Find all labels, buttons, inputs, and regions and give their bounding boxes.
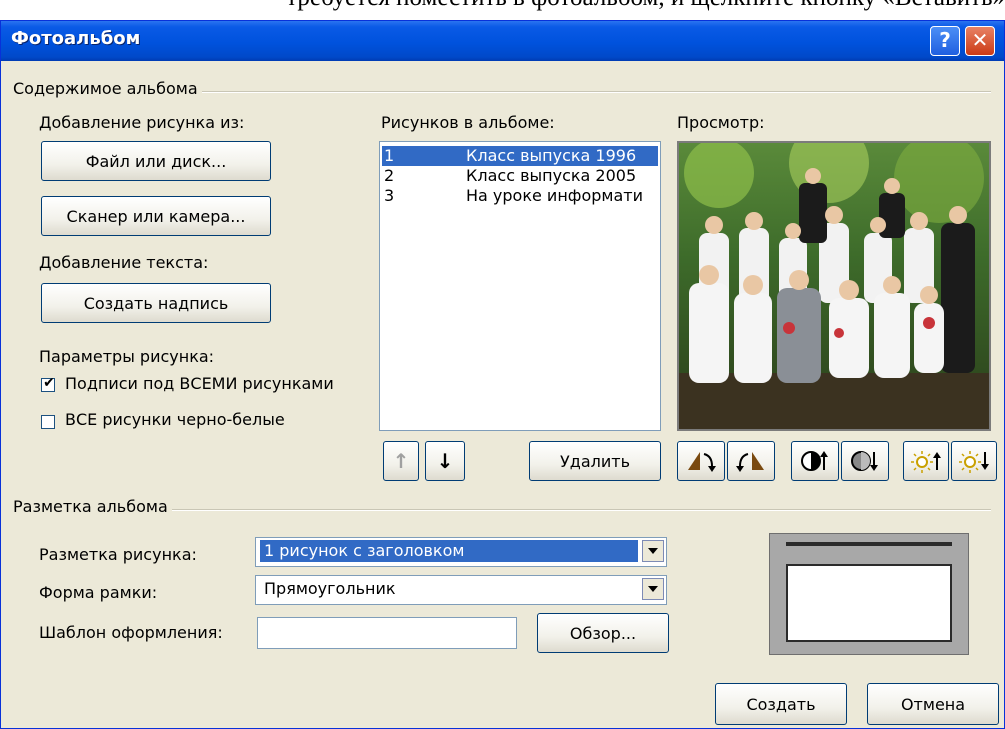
layout-preview [769, 533, 969, 655]
pictures-in-album-label: Рисунков в альбоме: [381, 113, 555, 132]
captions-checkbox-label[interactable]: Подписи под ВСЕМИ рисунками [65, 374, 334, 393]
cancel-button[interactable]: Отмена [867, 683, 999, 725]
brightness-up-icon [911, 451, 941, 473]
brightness-down-icon [959, 451, 989, 473]
album-content-group-label: Содержимое альбома [13, 79, 202, 98]
black-white-checkbox-label[interactable]: ВСЕ рисунки черно-белые [65, 410, 285, 429]
title-bar: Фотоальбом ? ✕ [1, 21, 1004, 61]
close-button[interactable]: ✕ [965, 26, 995, 56]
help-button[interactable]: ? [930, 26, 960, 56]
chevron-down-icon [648, 548, 658, 554]
preview-photo [679, 123, 989, 429]
arrow-down-icon: ↓ [436, 449, 454, 473]
album-layout-group-label: Разметка альбома [13, 497, 172, 516]
list-item[interactable]: 2 Класс выпуска 2005 [382, 166, 658, 186]
frame-shape-value: Прямоугольник [264, 579, 396, 598]
list-item[interactable]: 3 На уроке информати [382, 186, 658, 206]
brightness-up-button[interactable] [903, 441, 949, 481]
frame-shape-select[interactable]: Прямоугольник [255, 575, 667, 605]
chevron-down-icon [648, 586, 658, 592]
move-up-button[interactable]: ↑ [383, 441, 419, 481]
pictures-listbox[interactable]: 1 Класс выпуска 1996 2 Класс выпуска 200… [379, 141, 661, 431]
layout-preview-title-bar [786, 542, 952, 546]
brightness-down-button[interactable] [951, 441, 997, 481]
rotate-left-icon [688, 452, 716, 472]
checkmark-icon: ✔ [43, 375, 55, 391]
contrast-up-button[interactable] [791, 441, 839, 481]
delete-button[interactable]: Удалить [529, 441, 661, 481]
captions-checkbox[interactable]: ✔ [41, 375, 55, 392]
picture-options-label: Параметры рисунка: [39, 347, 215, 366]
create-button[interactable]: Создать [715, 683, 847, 725]
rotate-left-button[interactable] [677, 441, 725, 481]
contrast-down-button[interactable] [841, 441, 889, 481]
picture-layout-label: Разметка рисунка: [39, 545, 197, 564]
frame-shape-label: Форма рамки: [39, 583, 158, 602]
preview-label: Просмотр: [677, 113, 765, 132]
document-background-text: требуется поместить в фотоальбом, и щелк… [0, 0, 1005, 14]
browse-button[interactable]: Обзор... [537, 613, 669, 653]
move-down-button[interactable]: ↓ [425, 441, 465, 481]
rotate-right-icon [736, 452, 764, 472]
rotate-right-button[interactable] [727, 441, 775, 481]
design-template-label: Шаблон оформления: [39, 623, 223, 642]
picture-layout-value: 1 рисунок с заголовком [260, 540, 638, 562]
create-caption-button[interactable]: Создать надпись [41, 283, 271, 323]
scanner-or-camera-button[interactable]: Сканер или камера... [41, 196, 271, 236]
add-text-label: Добавление текста: [39, 253, 209, 272]
dialog-title: Фотоальбом [11, 28, 141, 49]
contrast-up-icon [801, 451, 828, 471]
list-item[interactable]: 1 Класс выпуска 1996 [382, 146, 658, 166]
arrow-up-icon: ↑ [392, 449, 410, 473]
design-template-input[interactable] [257, 617, 517, 649]
picture-layout-dropdown-button[interactable] [642, 540, 664, 562]
frame-shape-dropdown-button[interactable] [642, 578, 664, 600]
photo-album-dialog: Фотоальбом ? ✕ Содержимое альбома Добавл… [0, 20, 1005, 729]
picture-layout-select[interactable]: 1 рисунок с заголовком [255, 537, 667, 567]
file-or-disk-button[interactable]: Файл или диск... [41, 141, 271, 181]
preview-frame [677, 123, 991, 431]
layout-preview-picture [786, 564, 952, 642]
add-picture-label: Добавление рисунка из: [39, 113, 245, 132]
black-white-checkbox[interactable] [41, 415, 55, 429]
contrast-down-icon [851, 451, 878, 471]
